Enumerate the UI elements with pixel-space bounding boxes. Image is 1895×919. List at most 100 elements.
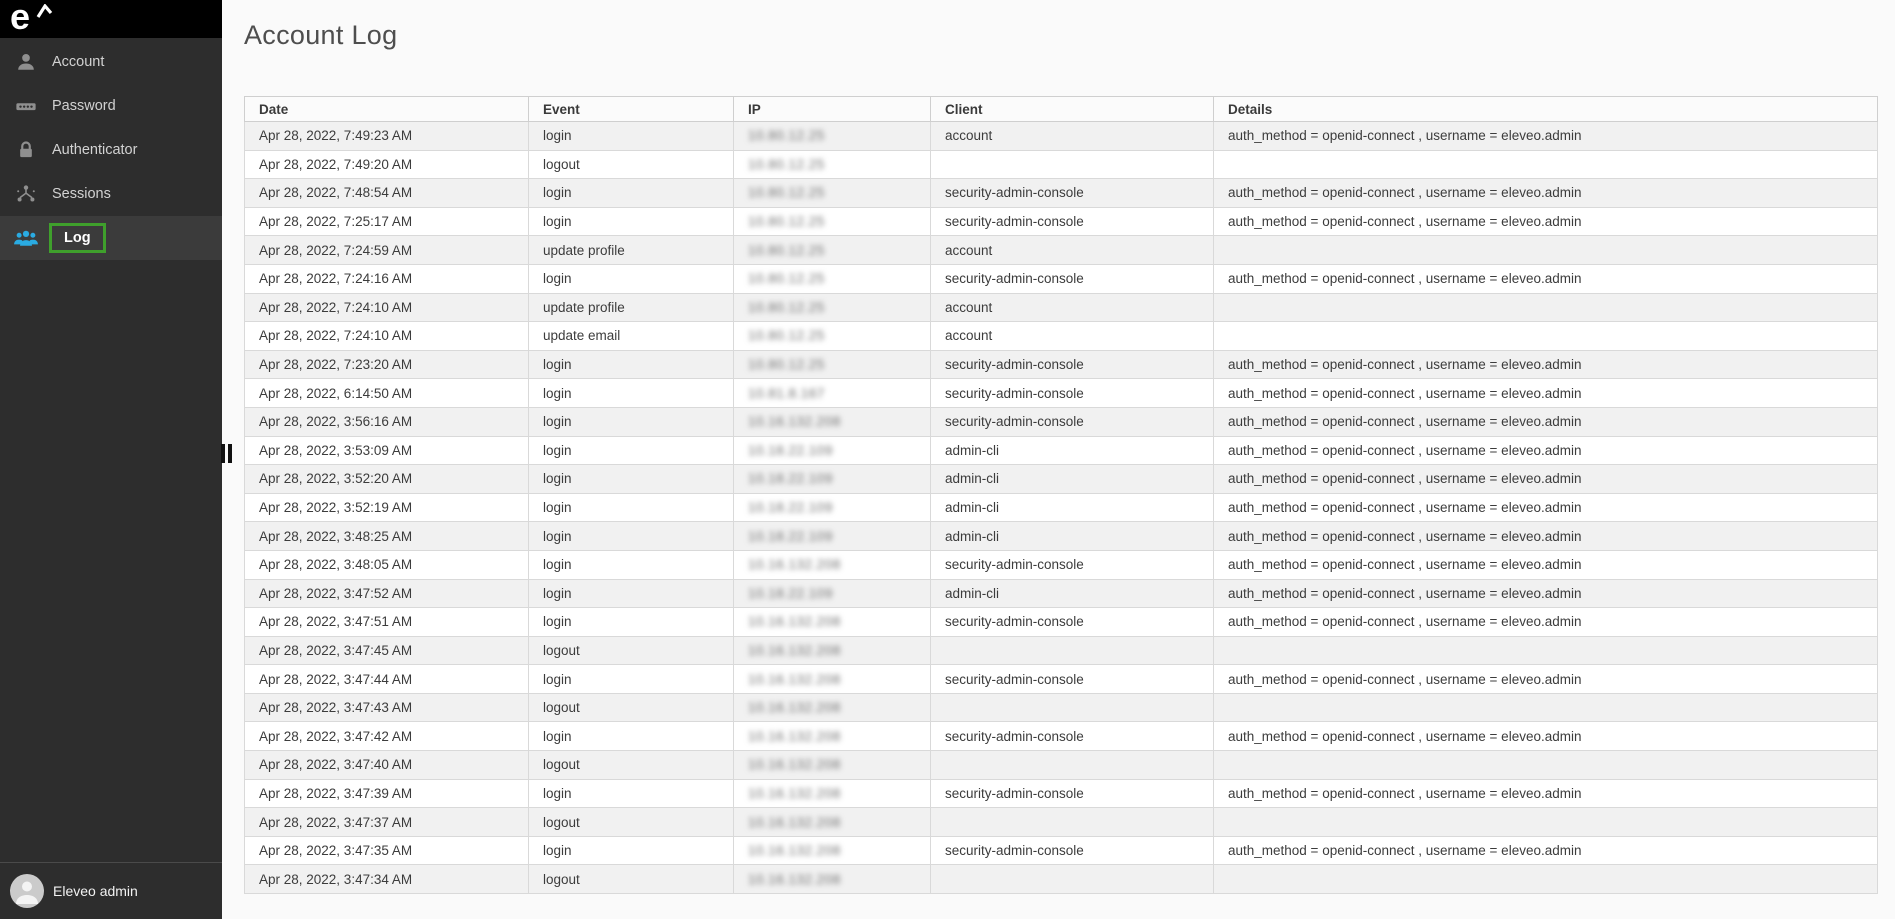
cell-ip: 10.80.12.25 <box>734 236 931 265</box>
user-name: Eleveo admin <box>53 883 138 899</box>
cell-ip: 10.16.132.208 <box>734 407 931 436</box>
redacted-ip-value: 10.16.132.208 <box>748 614 841 629</box>
redacted-ip-value: 10.80.12.25 <box>748 185 825 200</box>
cell-client: security-admin-console <box>931 407 1214 436</box>
cell-details: auth_method = openid-connect , username … <box>1214 493 1878 522</box>
cell-client: admin-cli <box>931 579 1214 608</box>
table-row: Apr 28, 2022, 3:48:25 AM login 10.18.22.… <box>245 522 1878 551</box>
cell-details: auth_method = openid-connect , username … <box>1214 550 1878 579</box>
cell-client: security-admin-console <box>931 779 1214 808</box>
sidebar-resize-handle-icon[interactable] <box>221 444 232 463</box>
table-row: Apr 28, 2022, 6:14:50 AM login 10.81.8.1… <box>245 379 1878 408</box>
table-row: Apr 28, 2022, 3:47:40 AM logout 10.16.13… <box>245 751 1878 780</box>
cell-ip: 10.80.12.25 <box>734 150 931 179</box>
cell-date: Apr 28, 2022, 7:48:54 AM <box>245 179 529 208</box>
table-row: Apr 28, 2022, 7:48:54 AM login 10.80.12.… <box>245 179 1878 208</box>
cell-date: Apr 28, 2022, 7:25:17 AM <box>245 207 529 236</box>
redacted-ip-value: 10.18.22.109 <box>748 586 833 601</box>
cell-details <box>1214 236 1878 265</box>
cell-event: update profile <box>529 293 734 322</box>
table-row: Apr 28, 2022, 7:49:20 AM logout 10.80.12… <box>245 150 1878 179</box>
sidebar-item-sessions[interactable]: Sessions <box>0 172 222 216</box>
cell-event: login <box>529 579 734 608</box>
cell-date: Apr 28, 2022, 3:47:42 AM <box>245 722 529 751</box>
table-row: Apr 28, 2022, 3:47:52 AM login 10.18.22.… <box>245 579 1878 608</box>
table-body: Apr 28, 2022, 7:49:23 AM login 10.80.12.… <box>245 122 1878 894</box>
redacted-ip-value: 10.16.132.208 <box>748 414 841 429</box>
cell-date: Apr 28, 2022, 3:47:43 AM <box>245 693 529 722</box>
cell-event: login <box>529 379 734 408</box>
cell-client: security-admin-console <box>931 836 1214 865</box>
cell-date: Apr 28, 2022, 3:47:51 AM <box>245 608 529 637</box>
cell-event: login <box>529 407 734 436</box>
cell-client: security-admin-console <box>931 550 1214 579</box>
sidebar-item-authenticator[interactable]: Authenticator <box>0 128 222 172</box>
user-section[interactable]: Eleveo admin <box>0 862 222 919</box>
cell-client <box>931 751 1214 780</box>
redacted-ip-value: 10.80.12.25 <box>748 157 825 172</box>
cell-details <box>1214 636 1878 665</box>
cell-ip: 10.81.8.167 <box>734 379 931 408</box>
cell-event: update profile <box>529 236 734 265</box>
cell-details: auth_method = openid-connect , username … <box>1214 579 1878 608</box>
table-row: Apr 28, 2022, 3:47:34 AM logout 10.16.13… <box>245 865 1878 894</box>
cell-ip: 10.16.132.208 <box>734 693 931 722</box>
person-icon <box>13 51 39 73</box>
cell-client: security-admin-console <box>931 379 1214 408</box>
cell-event: logout <box>529 636 734 665</box>
cell-ip: 10.16.132.208 <box>734 550 931 579</box>
topbar: e <box>0 0 222 38</box>
redacted-ip-value: 10.18.22.109 <box>748 529 833 544</box>
cell-date: Apr 28, 2022, 7:24:59 AM <box>245 236 529 265</box>
cell-event: logout <box>529 150 734 179</box>
sidebar-item-account[interactable]: Account <box>0 40 222 84</box>
cell-ip: 10.16.132.208 <box>734 665 931 694</box>
cell-details: auth_method = openid-connect , username … <box>1214 122 1878 151</box>
cell-details: auth_method = openid-connect , username … <box>1214 522 1878 551</box>
table-row: Apr 28, 2022, 7:49:23 AM login 10.80.12.… <box>245 122 1878 151</box>
cell-details: auth_method = openid-connect , username … <box>1214 407 1878 436</box>
account-log-table: Date Event IP Client Details Apr 28, 202… <box>244 96 1878 894</box>
cell-event: login <box>529 722 734 751</box>
cell-client: security-admin-console <box>931 179 1214 208</box>
table-row: Apr 28, 2022, 3:52:20 AM login 10.18.22.… <box>245 465 1878 494</box>
sidebar-item-log[interactable]: Log <box>0 216 222 260</box>
table-row: Apr 28, 2022, 7:24:10 AM update email 10… <box>245 322 1878 351</box>
cell-details <box>1214 293 1878 322</box>
cell-ip: 10.16.132.208 <box>734 836 931 865</box>
table-row: Apr 28, 2022, 3:47:43 AM logout 10.16.13… <box>245 693 1878 722</box>
cell-event: login <box>529 465 734 494</box>
table-row: Apr 28, 2022, 7:23:20 AM login 10.80.12.… <box>245 350 1878 379</box>
redacted-ip-value: 10.80.12.25 <box>748 328 825 343</box>
cell-date: Apr 28, 2022, 7:24:16 AM <box>245 264 529 293</box>
cell-date: Apr 28, 2022, 3:53:09 AM <box>245 436 529 465</box>
redacted-ip-value: 10.16.132.208 <box>748 672 841 687</box>
cell-date: Apr 28, 2022, 3:52:20 AM <box>245 465 529 494</box>
cell-ip: 10.80.12.25 <box>734 293 931 322</box>
cell-client <box>931 865 1214 894</box>
table-row: Apr 28, 2022, 3:48:05 AM login 10.16.132… <box>245 550 1878 579</box>
cell-ip: 10.18.22.109 <box>734 579 931 608</box>
redacted-ip-value: 10.80.12.25 <box>748 357 825 372</box>
sidebar-item-password[interactable]: Password <box>0 84 222 128</box>
cell-event: login <box>529 264 734 293</box>
cell-client: admin-cli <box>931 465 1214 494</box>
cell-date: Apr 28, 2022, 7:23:20 AM <box>245 350 529 379</box>
cell-ip: 10.18.22.109 <box>734 493 931 522</box>
column-header-date: Date <box>245 97 529 122</box>
cell-date: Apr 28, 2022, 3:52:19 AM <box>245 493 529 522</box>
cell-date: Apr 28, 2022, 3:48:05 AM <box>245 550 529 579</box>
redacted-ip-value: 10.80.12.25 <box>748 128 825 143</box>
cell-ip: 10.16.132.208 <box>734 636 931 665</box>
cell-details: auth_method = openid-connect , username … <box>1214 207 1878 236</box>
avatar <box>10 874 44 908</box>
logo-arrow-icon <box>36 4 54 20</box>
redacted-ip-value: 10.16.132.208 <box>748 786 841 801</box>
page-title: Account Log <box>244 20 1895 50</box>
cell-client: account <box>931 122 1214 151</box>
table-row: Apr 28, 2022, 3:47:45 AM logout 10.16.13… <box>245 636 1878 665</box>
cell-ip: 10.80.12.25 <box>734 264 931 293</box>
eleveo-logo[interactable]: e <box>10 0 29 38</box>
sidebar-item-label: Account <box>52 54 104 70</box>
cell-date: Apr 28, 2022, 3:47:37 AM <box>245 808 529 837</box>
